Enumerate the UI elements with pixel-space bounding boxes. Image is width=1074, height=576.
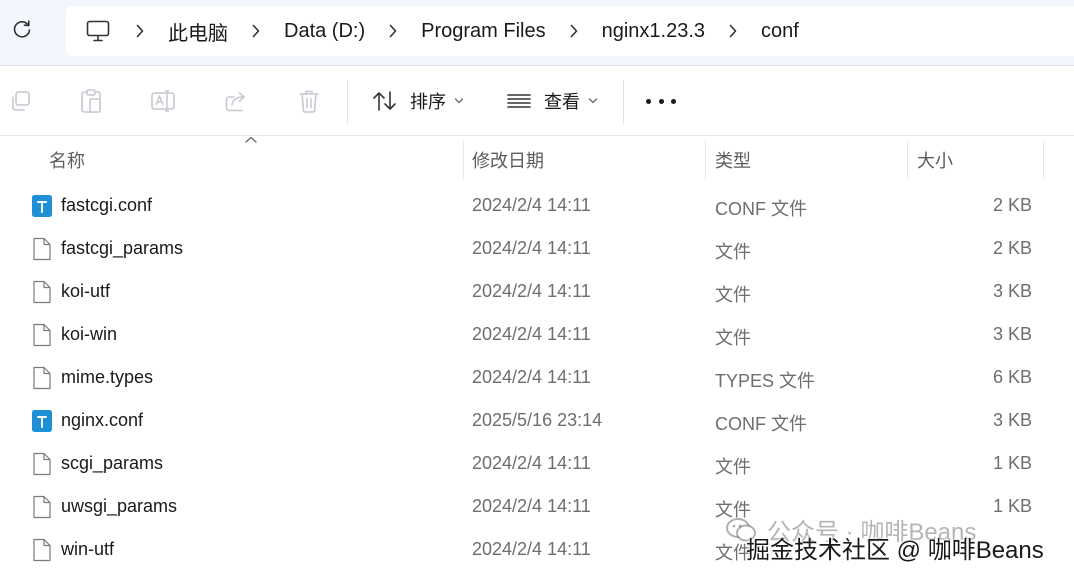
- sort-ascending-icon: [245, 136, 257, 143]
- breadcrumb-nginx[interactable]: nginx1.23.3: [602, 20, 705, 43]
- text-file-icon: [32, 195, 52, 217]
- file-row[interactable]: scgi_params 2024/2/4 14:11 文件 1 KB: [0, 442, 1074, 485]
- file-name: win-utf: [61, 539, 115, 559]
- breadcrumb-data-drive[interactable]: Data (D:): [284, 20, 365, 43]
- toolbar-divider: [623, 80, 624, 124]
- file-row[interactable]: nginx.conf 2025/5/16 23:14 CONF 文件 3 KB: [0, 399, 1074, 442]
- file-type: 文件: [715, 457, 751, 477]
- chevron-right-icon[interactable]: [248, 23, 264, 39]
- file-type: 文件: [715, 242, 751, 262]
- column-divider[interactable]: [463, 141, 464, 179]
- file-modified: 2024/2/4 14:11: [472, 496, 591, 516]
- blank-file-icon: [33, 280, 51, 304]
- view-label: 查看: [544, 92, 580, 112]
- file-size: 2 KB: [992, 195, 1032, 215]
- file-modified: 2024/2/4 14:11: [472, 539, 591, 559]
- file-row[interactable]: mime.types 2024/2/4 14:11 TYPES 文件 6 KB: [0, 356, 1074, 399]
- chevron-down-icon: [454, 97, 464, 105]
- address-bar-strip: 此电脑 Data (D:) Program Files nginx1.23.3 …: [0, 0, 1074, 66]
- column-header-modified[interactable]: 修改日期: [472, 147, 544, 173]
- sort-button[interactable]: 排序: [372, 86, 464, 116]
- file-type: CONF 文件: [715, 414, 807, 434]
- file-size: 1 KB: [992, 496, 1032, 516]
- file-size: 6 KB: [992, 367, 1032, 387]
- column-divider[interactable]: [907, 141, 908, 179]
- file-row[interactable]: fastcgi.conf 2024/2/4 14:11 CONF 文件 2 KB: [0, 184, 1074, 227]
- chevron-right-icon[interactable]: [132, 23, 148, 39]
- column-header-type[interactable]: 类型: [715, 147, 751, 173]
- column-divider[interactable]: [705, 141, 706, 179]
- refresh-icon: [13, 20, 31, 38]
- file-modified: 2024/2/4 14:11: [472, 324, 591, 344]
- file-modified: 2024/2/4 14:11: [472, 367, 591, 387]
- address-bar[interactable]: 此电脑 Data (D:) Program Files nginx1.23.3 …: [66, 6, 1074, 56]
- sort-icon: [373, 91, 396, 111]
- column-header-name[interactable]: 名称: [49, 147, 85, 173]
- file-modified: 2024/2/4 14:11: [472, 281, 591, 301]
- file-name: uwsgi_params: [61, 496, 178, 516]
- file-name: scgi_params: [61, 453, 164, 473]
- ellipsis-dot: [646, 98, 651, 104]
- toolbar-divider: [347, 80, 348, 124]
- file-name: fastcgi_params: [61, 238, 184, 258]
- breadcrumb-this-pc[interactable]: 此电脑: [168, 17, 228, 46]
- file-size: 3 KB: [992, 324, 1032, 344]
- file-name: mime.types: [61, 367, 154, 387]
- more-options-button[interactable]: [646, 94, 676, 108]
- file-size: 1 KB: [992, 453, 1032, 473]
- view-list-icon: [507, 94, 531, 108]
- blank-file-icon: [33, 538, 51, 562]
- chevron-right-icon[interactable]: [566, 23, 582, 39]
- file-name: fastcgi.conf: [61, 195, 153, 215]
- file-name: koi-win: [61, 324, 118, 344]
- file-row[interactable]: koi-win 2024/2/4 14:11 文件 3 KB: [0, 313, 1074, 356]
- sort-label: 排序: [410, 92, 446, 112]
- column-divider[interactable]: [1043, 141, 1044, 179]
- file-type: 文件: [715, 285, 751, 305]
- file-size: 2 KB: [992, 238, 1032, 258]
- blank-file-icon: [33, 495, 51, 519]
- blank-file-icon: [33, 452, 51, 476]
- this-pc-icon[interactable]: [86, 18, 112, 44]
- copy-icon[interactable]: [7, 88, 33, 114]
- file-size: 3 KB: [992, 281, 1032, 301]
- refresh-button[interactable]: [6, 14, 38, 46]
- command-bar: 排序 查看: [0, 66, 1074, 136]
- file-name: nginx.conf: [61, 410, 144, 430]
- blank-file-icon: [33, 323, 51, 347]
- file-modified: 2024/2/4 14:11: [472, 453, 591, 473]
- file-modified: 2025/5/16 23:14: [472, 410, 603, 430]
- watermark-juejin: 掘金技术社区 @ 咖啡Beans: [746, 537, 1044, 564]
- share-icon[interactable]: [224, 88, 250, 114]
- ellipsis-dot: [671, 98, 676, 104]
- file-name: koi-utf: [61, 281, 111, 301]
- delete-icon[interactable]: [296, 88, 322, 114]
- ellipsis-dot: [658, 98, 664, 104]
- column-header-size[interactable]: 大小: [917, 147, 953, 173]
- view-button[interactable]: 查看: [506, 86, 598, 116]
- file-type: TYPES 文件: [715, 371, 816, 391]
- file-type: CONF 文件: [715, 199, 807, 219]
- blank-file-icon: [33, 237, 51, 261]
- chevron-right-icon[interactable]: [725, 23, 741, 39]
- file-modified: 2024/2/4 14:11: [472, 195, 591, 215]
- rename-icon[interactable]: [150, 88, 176, 114]
- file-modified: 2024/2/4 14:11: [472, 238, 591, 258]
- text-file-icon: [32, 410, 52, 432]
- breadcrumb-conf[interactable]: conf: [761, 20, 799, 43]
- file-row[interactable]: koi-utf 2024/2/4 14:11 文件 3 KB: [0, 270, 1074, 313]
- breadcrumb-program-files[interactable]: Program Files: [421, 20, 545, 43]
- file-type: 文件: [715, 328, 751, 348]
- chevron-right-icon[interactable]: [385, 23, 401, 39]
- file-size: 3 KB: [992, 410, 1032, 430]
- chevron-down-icon: [588, 97, 598, 105]
- paste-icon[interactable]: [78, 88, 104, 114]
- column-header-row: 名称 修改日期 类型 大小: [0, 136, 1074, 179]
- blank-file-icon: [33, 366, 51, 390]
- file-row[interactable]: fastcgi_params 2024/2/4 14:11 文件 2 KB: [0, 227, 1074, 270]
